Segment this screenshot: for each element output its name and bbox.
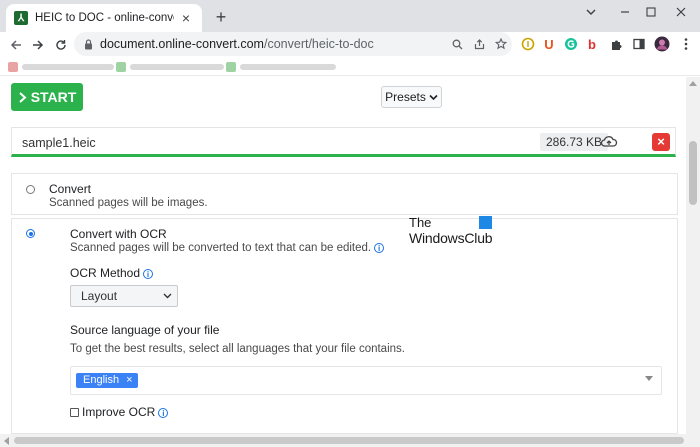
bookmark-item[interactable] bbox=[8, 61, 114, 72]
horizontal-scroll-thumb[interactable] bbox=[14, 437, 684, 444]
option-description: Scanned pages will be images. bbox=[49, 197, 208, 209]
back-arrow-icon[interactable] bbox=[4, 33, 28, 57]
ocr-method-label: OCR Method bbox=[70, 266, 141, 280]
url-path: /convert/heic-to-doc bbox=[263, 37, 374, 51]
chevron-down-icon bbox=[429, 94, 438, 100]
ocr-method-value: Layout bbox=[81, 289, 118, 303]
ocr-method-heading: OCR Method i bbox=[70, 266, 154, 280]
side-panel-icon[interactable] bbox=[628, 33, 650, 55]
close-window-icon[interactable] bbox=[664, 2, 698, 24]
browser-tab[interactable]: ⅄ HEIC to DOC - online-convert.co × bbox=[6, 4, 202, 32]
info-icon[interactable]: i bbox=[158, 408, 169, 418]
bookmarks-bar bbox=[0, 58, 700, 76]
option-title: Convert with OCR bbox=[70, 227, 167, 241]
browser-toolbar: document.online-convert.com/convert/heic… bbox=[0, 32, 700, 58]
bookmark-favicon-icon bbox=[116, 61, 126, 72]
share-icon[interactable] bbox=[468, 33, 490, 55]
address-bar[interactable]: document.online-convert.com/convert/heic… bbox=[74, 32, 512, 56]
cloud-upload-icon[interactable] bbox=[600, 133, 618, 151]
option-description-line: Scanned pages will be converted to text … bbox=[70, 242, 385, 254]
bookmark-item[interactable] bbox=[116, 61, 224, 72]
page-content: START Presets sample1.heic 286.73 KB × C… bbox=[0, 77, 686, 434]
start-label: START bbox=[30, 89, 77, 105]
extension-u-icon[interactable]: U bbox=[538, 33, 560, 55]
language-tag[interactable]: English × bbox=[76, 373, 138, 388]
watermark: The WindowsClub bbox=[409, 215, 509, 251]
watermark-logo-icon bbox=[479, 216, 492, 229]
convert-ocr-radio[interactable] bbox=[26, 229, 35, 238]
extension-b-icon[interactable]: b bbox=[581, 33, 603, 55]
bookmark-star-icon[interactable] bbox=[490, 33, 512, 55]
convert-radio[interactable] bbox=[26, 185, 35, 194]
url-text: document.online-convert.com/convert/heic… bbox=[100, 37, 446, 51]
tab-title: HEIC to DOC - online-convert.co bbox=[35, 12, 174, 24]
bookmark-favicon-icon bbox=[226, 61, 236, 72]
presets-dropdown[interactable]: Presets bbox=[381, 86, 442, 108]
extensions-puzzle-icon[interactable] bbox=[605, 33, 627, 55]
reload-icon[interactable] bbox=[49, 33, 73, 57]
url-host: document.online-convert.com bbox=[100, 37, 264, 51]
source-language-label: Source language of your file bbox=[70, 323, 220, 337]
remove-file-button[interactable]: × bbox=[652, 133, 670, 151]
forward-arrow-icon[interactable] bbox=[26, 33, 50, 57]
language-tag-label: English bbox=[83, 374, 120, 386]
option-description: Scanned pages will be converted to text … bbox=[70, 242, 372, 254]
dropdown-caret-icon[interactable] bbox=[645, 376, 653, 381]
info-icon[interactable]: i bbox=[143, 269, 154, 279]
bookmark-blurred-label bbox=[240, 63, 336, 70]
option-title: Convert bbox=[49, 182, 92, 196]
bookmark-blurred-label bbox=[130, 63, 224, 70]
language-multiselect[interactable]: English × bbox=[70, 366, 662, 395]
extension-coin-icon[interactable] bbox=[517, 33, 539, 55]
site-favicon-icon: ⅄ bbox=[14, 11, 28, 25]
scroll-up-icon[interactable] bbox=[689, 80, 697, 86]
chevron-right-icon bbox=[19, 91, 27, 103]
watermark-line1: The bbox=[409, 215, 432, 230]
zoom-search-icon[interactable] bbox=[446, 33, 468, 55]
file-size-badge: 286.73 KB bbox=[540, 133, 609, 151]
kebab-menu-icon[interactable] bbox=[675, 33, 697, 55]
chevron-down-icon[interactable] bbox=[574, 2, 608, 24]
tab-strip: ⅄ HEIC to DOC - online-convert.co × + bbox=[0, 0, 700, 32]
presets-label: Presets bbox=[385, 90, 426, 104]
remove-tag-icon[interactable]: × bbox=[126, 373, 132, 388]
maximize-icon[interactable] bbox=[634, 2, 668, 24]
chevron-down-icon bbox=[163, 286, 172, 314]
option-convert[interactable]: Convert Scanned pages will be images. bbox=[11, 173, 678, 215]
bookmark-blurred-label bbox=[22, 63, 114, 70]
file-name: sample1.heic bbox=[22, 136, 96, 150]
bookmark-favicon-icon bbox=[8, 61, 18, 72]
tab-close-icon[interactable]: × bbox=[178, 10, 194, 26]
info-icon[interactable]: i bbox=[374, 243, 385, 253]
vertical-scroll-thumb[interactable] bbox=[689, 141, 697, 205]
ocr-method-select[interactable]: Layout bbox=[70, 285, 178, 307]
watermark-line2: WindowsClub bbox=[409, 230, 493, 246]
improve-ocr-label: Improve OCR bbox=[82, 405, 156, 419]
bookmark-item[interactable] bbox=[226, 61, 336, 72]
horizontal-scrollbar[interactable] bbox=[0, 434, 700, 447]
file-row: sample1.heic 286.73 KB × bbox=[11, 127, 676, 157]
improve-ocr-checkbox[interactable] bbox=[70, 408, 79, 417]
vertical-scrollbar[interactable] bbox=[686, 77, 700, 434]
start-button[interactable]: START bbox=[11, 83, 83, 111]
lock-icon[interactable] bbox=[84, 38, 100, 50]
option-convert-ocr[interactable]: Convert with OCR Scanned pages will be c… bbox=[11, 218, 678, 434]
improve-ocr-heading: Improve OCR i bbox=[82, 405, 169, 419]
source-language-hint: To get the best results, select all lang… bbox=[70, 343, 405, 355]
new-tab-button[interactable]: + bbox=[210, 6, 232, 28]
scroll-left-icon[interactable] bbox=[3, 437, 9, 445]
grammarly-icon[interactable] bbox=[560, 33, 582, 55]
profile-avatar-icon[interactable] bbox=[651, 33, 673, 55]
